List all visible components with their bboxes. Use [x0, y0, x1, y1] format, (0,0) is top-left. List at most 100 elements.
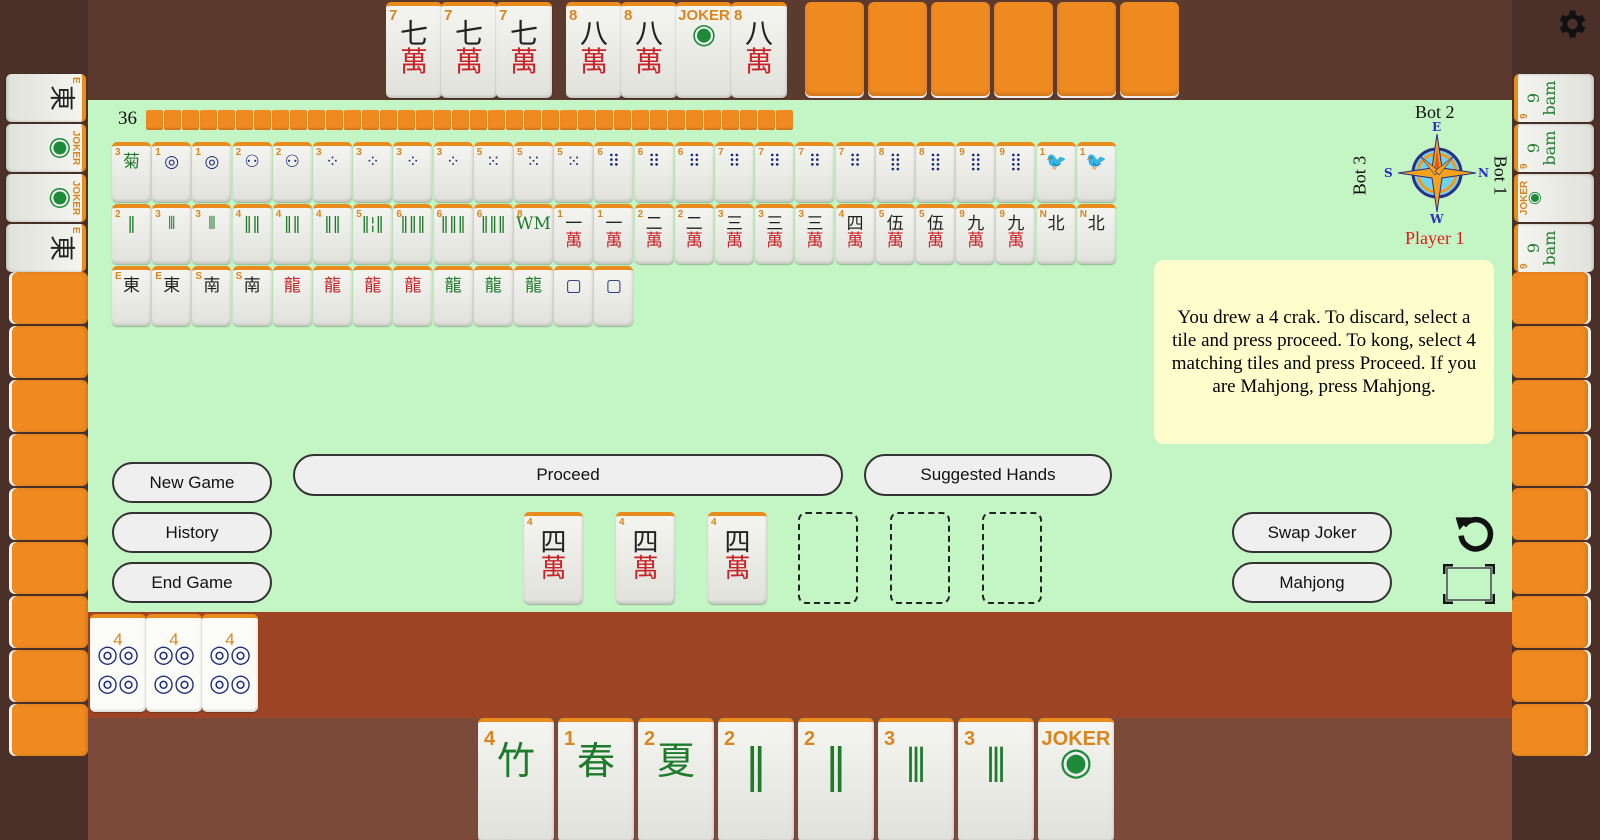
green-dragon-tile-glyph: 龍 — [484, 276, 502, 296]
tile-back — [12, 650, 88, 702]
player-label-left: Bot 3 — [1349, 155, 1370, 196]
history-button[interactable]: History — [112, 512, 272, 553]
discard-tile: 8 ⣿ — [875, 142, 915, 202]
tile-rank: 4 — [484, 728, 496, 750]
tile-rank: 5 — [356, 209, 362, 220]
discard-tile: 2 ⚇ — [232, 142, 272, 202]
staged-tile[interactable]: 4 四萬 — [524, 512, 583, 604]
tile-rank: 4 — [711, 517, 717, 528]
discard-tile: 6 ⠿ — [674, 142, 714, 202]
compass-east: E — [1432, 120, 1442, 134]
tile-back — [1512, 704, 1588, 756]
discard-tile: 9九萬 — [956, 204, 996, 264]
wall-tile — [146, 110, 163, 130]
discard-tile: 1 ◎ — [192, 142, 232, 202]
compass-west: W — [1430, 212, 1444, 226]
hand-tile[interactable]: 2 ‖ — [718, 718, 794, 840]
discard-tile: 4 ‖‖ — [232, 204, 272, 264]
tile-rank: JOKER — [1041, 728, 1111, 750]
tile-back — [868, 2, 927, 96]
tile-back — [805, 2, 864, 96]
bot2-exposed-tile: 8八萬 — [566, 2, 622, 98]
tile-back — [12, 596, 88, 648]
crak-tile-glyph: 一萬 — [605, 214, 623, 251]
tile-rank: 5 — [878, 209, 885, 220]
suggested-hands-button[interactable]: Suggested Hands — [864, 454, 1112, 496]
hand-tile[interactable]: JOKER ◉ — [1038, 718, 1114, 840]
crak-tile-glyph: 二萬 — [685, 214, 703, 251]
bot2-exposed-tile: JOKER ◉ — [676, 2, 732, 98]
discard-tile: 9九萬 — [996, 204, 1036, 264]
bot3-exposed-tile: JOKER ◉ — [6, 124, 86, 172]
hand-tile[interactable]: 4竹 — [478, 718, 554, 840]
discard-tile: 5 ⁙ — [473, 142, 513, 202]
tile-rank: 1 — [597, 209, 603, 220]
tile-rank: 3 — [316, 147, 322, 158]
tile-back — [12, 272, 88, 324]
empty-tile-slot[interactable] — [982, 512, 1042, 604]
crak-tile-glyph: 伍萬 — [886, 214, 904, 251]
wall-tile — [542, 110, 559, 130]
crak-tile-glyph: 伍萬 — [927, 214, 944, 251]
tile-rank: 2 — [115, 209, 121, 220]
wall-tile — [614, 110, 631, 130]
discard-tile: 龍 — [514, 266, 553, 326]
green-dragon-tile-glyph: 龍 — [525, 276, 542, 296]
tile-rank: 6 — [597, 147, 603, 158]
hand-tile[interactable]: 2 ‖ — [798, 718, 874, 840]
bot2-exposed-tile: 8八萬 — [731, 2, 787, 98]
tile-rank: 9 — [999, 209, 1005, 220]
white-dragon-tile-glyph: ▢ — [565, 276, 582, 296]
tile-rank: 7 — [758, 147, 764, 158]
hand-tile[interactable]: 2夏 — [638, 718, 714, 840]
bam-tile-glyph: 9 bam — [1524, 80, 1559, 116]
empty-tile-slot[interactable] — [798, 512, 858, 604]
tile-rank: 3 — [718, 209, 724, 220]
wall-tile — [740, 110, 757, 130]
tile-back — [1512, 380, 1588, 432]
tile-rank: 4 — [113, 630, 123, 649]
tile-rank: 3 — [195, 209, 201, 220]
tile-rank: 3 — [964, 728, 976, 750]
tile-rank: 1 — [1079, 147, 1086, 158]
discard-tile: S南 — [232, 266, 272, 326]
tile-rank: 7 — [718, 147, 724, 158]
hand-tile[interactable]: 1春 — [558, 718, 634, 840]
tile-back — [1512, 650, 1588, 702]
tile-rank: 1 — [557, 209, 563, 220]
tile-rank: 3 — [758, 209, 764, 220]
hand-tile[interactable]: 3 ⫴ — [958, 718, 1034, 840]
staged-tile[interactable]: 4 四萬 — [616, 512, 675, 604]
fullscreen-icon[interactable] — [1442, 563, 1496, 605]
new-game-button[interactable]: New Game — [112, 462, 272, 503]
discard-tile: 9 ⣿ — [996, 142, 1036, 202]
crak-tile-glyph: 九萬 — [1007, 214, 1025, 251]
mahjong-button[interactable]: Mahjong — [1232, 562, 1392, 603]
wall-tiles — [146, 110, 793, 130]
staged-tile[interactable]: 4 四萬 — [708, 512, 767, 604]
wall-tile — [758, 110, 775, 130]
gear-icon[interactable] — [1553, 6, 1589, 42]
hand-tile[interactable]: 3 ⫴ — [878, 718, 954, 840]
bot2-exposed-tile: 7七萬 — [496, 2, 552, 98]
end-game-button[interactable]: End Game — [112, 562, 272, 603]
wall-tile — [650, 110, 667, 130]
tile-back — [1512, 326, 1588, 378]
compass-icon: E W S N — [1384, 120, 1489, 226]
tile-rank: 7 — [389, 7, 398, 24]
tile-rank: 2 — [804, 728, 816, 750]
compass-south: S — [1384, 166, 1393, 180]
green-dragon-tile-glyph: 龍 — [444, 276, 462, 296]
proceed-button[interactable]: Proceed — [293, 454, 843, 496]
tile-rank: 9 — [959, 209, 965, 220]
wall-count: 36 — [118, 108, 137, 129]
discard-tile: N北 — [1076, 204, 1116, 264]
discard-tile: 1 🐦 — [1036, 142, 1076, 202]
empty-tile-slot[interactable] — [890, 512, 950, 604]
tile-back — [12, 326, 88, 378]
crak-tile-glyph: 九萬 — [967, 214, 985, 251]
swap-joker-button[interactable]: Swap Joker — [1232, 512, 1392, 553]
player-rack — [88, 612, 1512, 718]
undo-icon[interactable] — [1452, 510, 1496, 554]
bot3-exposed-tile: E東 — [6, 224, 86, 272]
